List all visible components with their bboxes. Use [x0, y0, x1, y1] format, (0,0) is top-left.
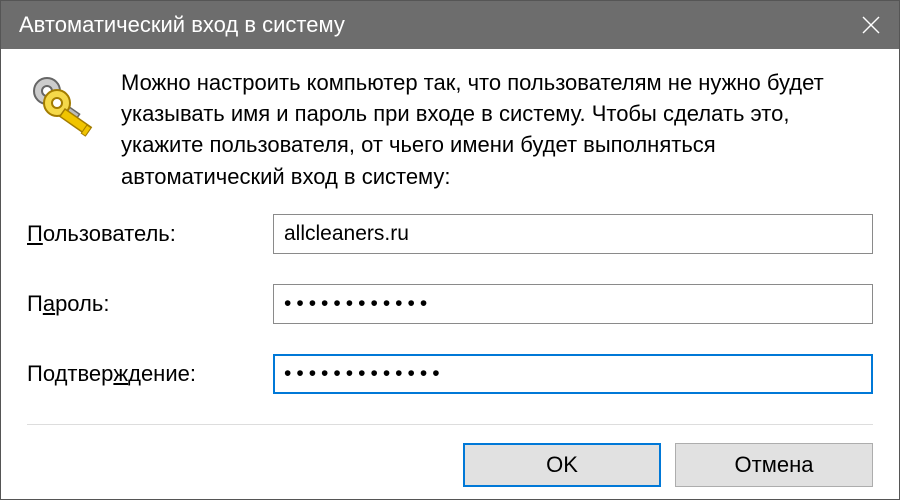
password-row: Пароль: [27, 284, 873, 324]
window-title: Автоматический вход в систему [19, 12, 843, 38]
confirm-input[interactable] [273, 354, 873, 394]
user-row: Пользователь: [27, 214, 873, 254]
password-input[interactable] [273, 284, 873, 324]
password-label: Пароль: [27, 291, 273, 317]
close-icon [862, 16, 880, 34]
dialog-description: Можно настроить компьютер так, что польз… [121, 67, 873, 192]
login-form: Пользователь: Пароль: Подтверждение: [27, 214, 873, 394]
cancel-button[interactable]: Отмена [675, 443, 873, 487]
auto-login-dialog: Автоматический вход в систему [0, 0, 900, 500]
user-input[interactable] [273, 214, 873, 254]
info-row: Можно настроить компьютер так, что польз… [27, 67, 873, 192]
ok-button[interactable]: OK [463, 443, 661, 487]
confirm-row: Подтверждение: [27, 354, 873, 394]
keys-icon [27, 71, 99, 143]
user-label: Пользователь: [27, 221, 273, 247]
dialog-content: Можно настроить компьютер так, что польз… [1, 49, 899, 499]
titlebar: Автоматический вход в систему [1, 1, 899, 49]
close-button[interactable] [843, 1, 899, 49]
confirm-label: Подтверждение: [27, 361, 273, 387]
button-row: OK Отмена [27, 424, 873, 487]
